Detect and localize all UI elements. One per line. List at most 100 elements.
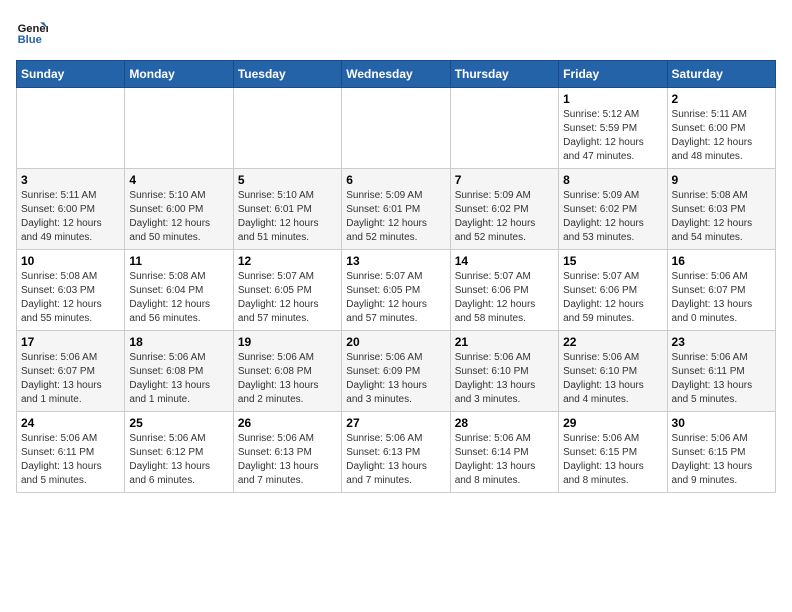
calendar-cell: 2 Sunrise: 5:11 AM Sunset: 6:00 PM Daylig…	[667, 88, 775, 169]
day-info: Sunrise: 5:08 AM Sunset: 6:03 PM Dayligh…	[672, 189, 771, 245]
day-number: 3	[21, 173, 120, 187]
calendar-table: SundayMondayTuesdayWednesdayThursdayFrid…	[16, 60, 776, 493]
calendar-cell: 27 Sunrise: 5:06 AM Sunset: 6:13 PM Dayli…	[342, 412, 450, 493]
day-number: 15	[563, 254, 662, 268]
day-number: 27	[346, 416, 445, 430]
calendar-cell	[233, 88, 341, 169]
day-number: 10	[21, 254, 120, 268]
day-number: 12	[238, 254, 337, 268]
calendar-cell: 4 Sunrise: 5:10 AM Sunset: 6:00 PM Daylig…	[125, 169, 233, 250]
weekday-header-saturday: Saturday	[667, 61, 775, 88]
day-number: 6	[346, 173, 445, 187]
day-info: Sunrise: 5:06 AM Sunset: 6:08 PM Dayligh…	[238, 351, 337, 407]
calendar-cell: 17 Sunrise: 5:06 AM Sunset: 6:07 PM Dayli…	[17, 331, 125, 412]
calendar-cell	[17, 88, 125, 169]
day-number: 30	[672, 416, 771, 430]
week-row-1: 1 Sunrise: 5:12 AM Sunset: 5:59 PM Daylig…	[17, 88, 776, 169]
calendar-cell	[125, 88, 233, 169]
day-info: Sunrise: 5:09 AM Sunset: 6:01 PM Dayligh…	[346, 189, 445, 245]
day-info: Sunrise: 5:07 AM Sunset: 6:06 PM Dayligh…	[563, 270, 662, 326]
day-number: 18	[129, 335, 228, 349]
day-number: 2	[672, 92, 771, 106]
day-info: Sunrise: 5:06 AM Sunset: 6:13 PM Dayligh…	[346, 432, 445, 488]
day-number: 28	[455, 416, 554, 430]
day-info: Sunrise: 5:08 AM Sunset: 6:04 PM Dayligh…	[129, 270, 228, 326]
calendar-cell: 9Sunrise: 5:08 AM Sunset: 6:03 PM Daylig…	[667, 169, 775, 250]
day-info: Sunrise: 5:06 AM Sunset: 6:07 PM Dayligh…	[672, 270, 771, 326]
calendar-cell: 16 Sunrise: 5:06 AM Sunset: 6:07 PM Dayli…	[667, 250, 775, 331]
day-number: 24	[21, 416, 120, 430]
day-info: Sunrise: 5:06 AM Sunset: 6:10 PM Dayligh…	[455, 351, 554, 407]
calendar-cell: 22 Sunrise: 5:06 AM Sunset: 6:10 PM Dayli…	[559, 331, 667, 412]
week-row-3: 10 Sunrise: 5:08 AM Sunset: 6:03 PM Dayli…	[17, 250, 776, 331]
svg-text:Blue: Blue	[18, 34, 42, 46]
calendar-cell: 6 Sunrise: 5:09 AM Sunset: 6:01 PM Daylig…	[342, 169, 450, 250]
day-number: 14	[455, 254, 554, 268]
calendar-cell	[342, 88, 450, 169]
calendar-cell: 26 Sunrise: 5:06 AM Sunset: 6:13 PM Dayli…	[233, 412, 341, 493]
calendar-cell: 28 Sunrise: 5:06 AM Sunset: 6:14 PM Dayli…	[450, 412, 558, 493]
calendar-cell: 20 Sunrise: 5:06 AM Sunset: 6:09 PM Dayli…	[342, 331, 450, 412]
logo-icon: General Blue	[16, 16, 48, 48]
day-number: 13	[346, 254, 445, 268]
calendar-cell: 18 Sunrise: 5:06 AM Sunset: 6:08 PM Dayli…	[125, 331, 233, 412]
weekday-header-monday: Monday	[125, 61, 233, 88]
logo: General Blue	[16, 16, 48, 48]
day-info: Sunrise: 5:09 AM Sunset: 6:02 PM Dayligh…	[563, 189, 662, 245]
calendar-cell: 1 Sunrise: 5:12 AM Sunset: 5:59 PM Daylig…	[559, 88, 667, 169]
day-info: Sunrise: 5:06 AM Sunset: 6:15 PM Dayligh…	[672, 432, 771, 488]
weekday-header-tuesday: Tuesday	[233, 61, 341, 88]
day-info: Sunrise: 5:10 AM Sunset: 6:01 PM Dayligh…	[238, 189, 337, 245]
day-number: 4	[129, 173, 228, 187]
calendar-cell: 11Sunrise: 5:08 AM Sunset: 6:04 PM Dayli…	[125, 250, 233, 331]
day-info: Sunrise: 5:06 AM Sunset: 6:08 PM Dayligh…	[129, 351, 228, 407]
calendar-cell: 14 Sunrise: 5:07 AM Sunset: 6:06 PM Dayli…	[450, 250, 558, 331]
week-row-2: 3 Sunrise: 5:11 AM Sunset: 6:00 PM Daylig…	[17, 169, 776, 250]
weekday-header-row: SundayMondayTuesdayWednesdayThursdayFrid…	[17, 61, 776, 88]
day-info: Sunrise: 5:11 AM Sunset: 6:00 PM Dayligh…	[672, 108, 771, 164]
day-info: Sunrise: 5:08 AM Sunset: 6:03 PM Dayligh…	[21, 270, 120, 326]
calendar-cell: 10 Sunrise: 5:08 AM Sunset: 6:03 PM Dayli…	[17, 250, 125, 331]
day-info: Sunrise: 5:06 AM Sunset: 6:11 PM Dayligh…	[672, 351, 771, 407]
calendar-cell: 15 Sunrise: 5:07 AM Sunset: 6:06 PM Dayli…	[559, 250, 667, 331]
day-info: Sunrise: 5:06 AM Sunset: 6:13 PM Dayligh…	[238, 432, 337, 488]
calendar-cell: 30 Sunrise: 5:06 AM Sunset: 6:15 PM Dayli…	[667, 412, 775, 493]
day-number: 19	[238, 335, 337, 349]
week-row-4: 17 Sunrise: 5:06 AM Sunset: 6:07 PM Dayli…	[17, 331, 776, 412]
calendar-cell: 23Sunrise: 5:06 AM Sunset: 6:11 PM Dayli…	[667, 331, 775, 412]
day-info: Sunrise: 5:12 AM Sunset: 5:59 PM Dayligh…	[563, 108, 662, 164]
day-number: 7	[455, 173, 554, 187]
calendar-cell: 8Sunrise: 5:09 AM Sunset: 6:02 PM Daylig…	[559, 169, 667, 250]
day-info: Sunrise: 5:07 AM Sunset: 6:05 PM Dayligh…	[346, 270, 445, 326]
day-info: Sunrise: 5:06 AM Sunset: 6:10 PM Dayligh…	[563, 351, 662, 407]
weekday-header-wednesday: Wednesday	[342, 61, 450, 88]
calendar-cell: 25Sunrise: 5:06 AM Sunset: 6:12 PM Dayli…	[125, 412, 233, 493]
calendar-cell: 19 Sunrise: 5:06 AM Sunset: 6:08 PM Dayli…	[233, 331, 341, 412]
calendar-cell	[450, 88, 558, 169]
day-number: 22	[563, 335, 662, 349]
day-number: 16	[672, 254, 771, 268]
day-info: Sunrise: 5:07 AM Sunset: 6:06 PM Dayligh…	[455, 270, 554, 326]
day-info: Sunrise: 5:06 AM Sunset: 6:15 PM Dayligh…	[563, 432, 662, 488]
day-info: Sunrise: 5:06 AM Sunset: 6:07 PM Dayligh…	[21, 351, 120, 407]
day-info: Sunrise: 5:10 AM Sunset: 6:00 PM Dayligh…	[129, 189, 228, 245]
day-number: 17	[21, 335, 120, 349]
calendar-cell: 13 Sunrise: 5:07 AM Sunset: 6:05 PM Dayli…	[342, 250, 450, 331]
day-info: Sunrise: 5:09 AM Sunset: 6:02 PM Dayligh…	[455, 189, 554, 245]
day-info: Sunrise: 5:07 AM Sunset: 6:05 PM Dayligh…	[238, 270, 337, 326]
calendar-cell: 24 Sunrise: 5:06 AM Sunset: 6:11 PM Dayli…	[17, 412, 125, 493]
calendar-cell: 5 Sunrise: 5:10 AM Sunset: 6:01 PM Daylig…	[233, 169, 341, 250]
day-number: 29	[563, 416, 662, 430]
page-header: General Blue	[16, 16, 776, 48]
day-number: 5	[238, 173, 337, 187]
weekday-header-sunday: Sunday	[17, 61, 125, 88]
day-number: 26	[238, 416, 337, 430]
day-number: 1	[563, 92, 662, 106]
day-number: 20	[346, 335, 445, 349]
day-info: Sunrise: 5:06 AM Sunset: 6:09 PM Dayligh…	[346, 351, 445, 407]
weekday-header-friday: Friday	[559, 61, 667, 88]
day-info: Sunrise: 5:11 AM Sunset: 6:00 PM Dayligh…	[21, 189, 120, 245]
day-info: Sunrise: 5:06 AM Sunset: 6:14 PM Dayligh…	[455, 432, 554, 488]
day-info: Sunrise: 5:06 AM Sunset: 6:11 PM Dayligh…	[21, 432, 120, 488]
weekday-header-thursday: Thursday	[450, 61, 558, 88]
